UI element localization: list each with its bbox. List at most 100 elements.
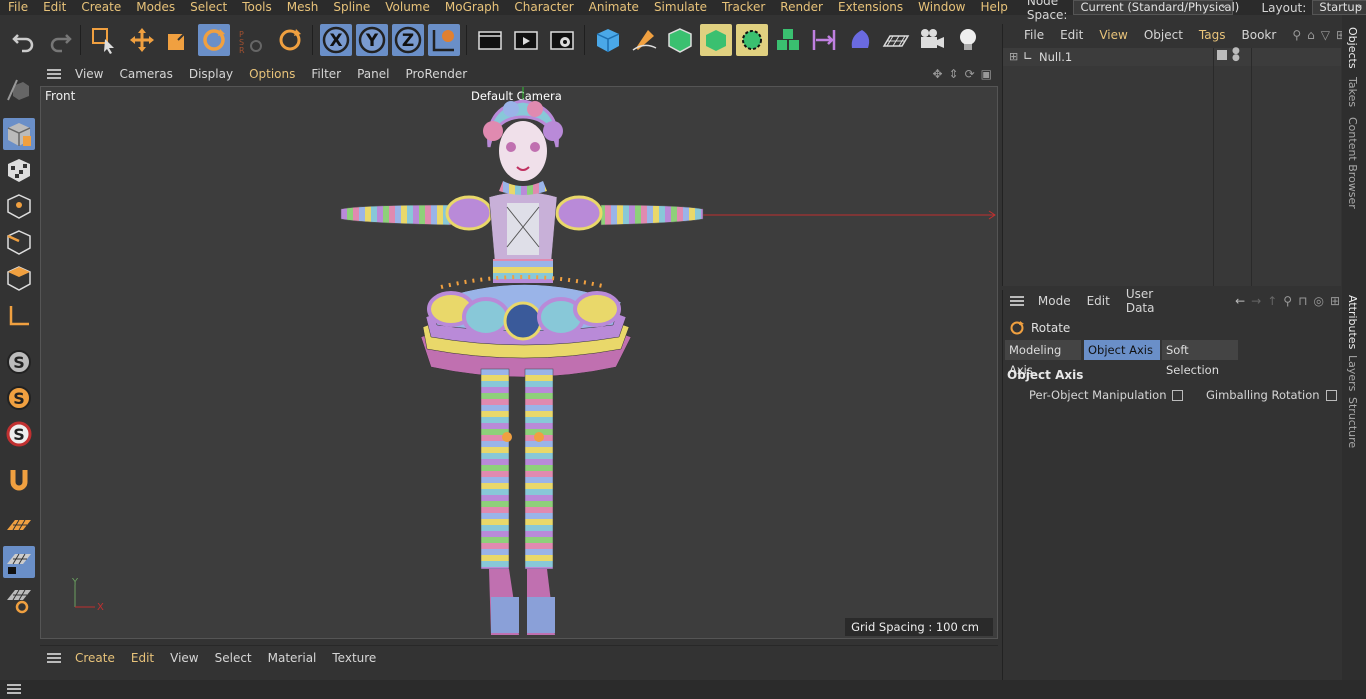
x-axis-icon[interactable]: X [320, 24, 352, 56]
material-menu-edit[interactable]: Edit [123, 651, 162, 665]
search-icon[interactable]: ⚲ [1292, 28, 1301, 42]
texture-mode-icon[interactable] [3, 154, 35, 186]
cloner-icon[interactable] [736, 24, 768, 56]
material-menu-view[interactable]: View [162, 651, 206, 665]
symmetry-icon[interactable] [808, 24, 840, 56]
node-space-dropdown[interactable]: Current (Standard/Physical) [1073, 0, 1239, 15]
objects-menu-edit[interactable]: Edit [1052, 28, 1091, 42]
tab-content-browser[interactable]: Content Browser [1346, 117, 1359, 209]
snap-enable-icon[interactable]: S [3, 418, 35, 450]
material-menu-texture[interactable]: Texture [324, 651, 384, 665]
viewport-menu-panel[interactable]: Panel [349, 67, 397, 81]
model-mode-icon[interactable] [3, 118, 35, 150]
gimballing-rotation-checkbox[interactable] [1325, 389, 1337, 401]
viewport-menu-options[interactable]: Options [241, 67, 303, 81]
light-icon[interactable] [952, 24, 984, 56]
render-picture-icon[interactable] [510, 24, 542, 56]
point-mode-icon[interactable] [3, 190, 35, 222]
up-arrow-icon[interactable]: ↑ [1267, 294, 1277, 308]
menu-window[interactable]: Window [910, 0, 972, 15]
coordinate-system-icon[interactable] [428, 24, 460, 56]
viewport-menu-prorender[interactable]: ProRender [397, 67, 475, 81]
undo-icon[interactable] [8, 24, 40, 56]
pan-view-icon[interactable]: ✥ [932, 67, 942, 81]
back-arrow-icon[interactable]: ← [1235, 294, 1245, 308]
orbit-view-icon[interactable]: ⟳ [965, 67, 975, 81]
viewport-menu-view[interactable]: View [67, 67, 111, 81]
menu-select[interactable]: Select [182, 0, 234, 15]
edge-mode-icon[interactable] [3, 226, 35, 258]
psr-icon[interactable]: PSR [234, 24, 266, 56]
recent-tool-icon[interactable] [274, 24, 306, 56]
rotate-icon[interactable] [198, 24, 230, 56]
menu-mograph[interactable]: MoGraph [437, 0, 507, 15]
forward-arrow-icon[interactable]: → [1251, 294, 1261, 308]
pen-icon[interactable] [628, 24, 660, 56]
menu-create[interactable]: Create [73, 0, 128, 15]
objects-menu-view[interactable]: View [1091, 28, 1135, 42]
menu-animate[interactable]: Animate [581, 0, 646, 15]
viewport-menu-display[interactable]: Display [181, 67, 241, 81]
attributes-menu-mode[interactable]: Mode [1030, 294, 1079, 308]
make-editable-icon[interactable] [3, 74, 35, 106]
tab-attributes[interactable]: Attributes [1346, 295, 1359, 349]
attributes-menu-user-data[interactable]: User Data [1118, 287, 1193, 315]
status-menu-icon[interactable] [7, 684, 21, 694]
menu-help[interactable]: Help [973, 0, 1015, 15]
menu-tools[interactable]: Tools [234, 0, 279, 15]
per-object-manipulation-checkbox[interactable] [1172, 389, 1184, 401]
axis-mode-icon[interactable] [3, 300, 35, 332]
material-menu-select[interactable]: Select [207, 651, 260, 665]
objects-menu-object[interactable]: Object [1136, 28, 1191, 42]
object-name[interactable]: Null.1 [1039, 50, 1072, 64]
material-menu-create[interactable]: Create [67, 651, 123, 665]
menu-spline[interactable]: Spline [325, 0, 377, 15]
array-icon[interactable] [772, 24, 804, 56]
material-menu-icon[interactable] [47, 652, 61, 663]
menu-simulate[interactable]: Simulate [646, 0, 714, 15]
layout-dropdown[interactable]: Startup [1312, 0, 1366, 15]
snap-settings-icon[interactable]: S [3, 382, 35, 414]
move-icon[interactable] [126, 24, 158, 56]
menu-render[interactable]: Render [772, 0, 830, 15]
character-model[interactable]: Y X [41, 87, 997, 638]
y-axis-icon[interactable]: Y [356, 24, 388, 56]
scale-icon[interactable] [162, 24, 194, 56]
new-window-icon[interactable]: ⊞ [1330, 294, 1340, 308]
tab-objects[interactable]: Objects [1346, 27, 1359, 69]
snap-icon[interactable]: S [3, 346, 35, 378]
viewport-menu-icon[interactable] [47, 69, 61, 79]
extrude-icon[interactable] [700, 24, 732, 56]
tab-object-axis[interactable]: Object Axis [1084, 340, 1160, 360]
tab-structure[interactable]: Structure [1346, 397, 1359, 448]
workplane-icon[interactable] [3, 510, 35, 542]
menu-file[interactable]: File [0, 0, 35, 15]
menu-character[interactable]: Character [506, 0, 580, 15]
viewport-menu-filter[interactable]: Filter [303, 67, 349, 81]
home-icon[interactable]: ⌂ [1307, 28, 1315, 42]
render-view-icon[interactable] [474, 24, 506, 56]
filter-icon[interactable]: ▽ [1321, 28, 1330, 42]
render-settings-icon[interactable] [546, 24, 578, 56]
3d-viewport[interactable]: Front Default Camera Y X Grid Spacing: … [40, 86, 998, 639]
deformer-icon[interactable] [844, 24, 876, 56]
viewport-menu-cameras[interactable]: Cameras [111, 67, 180, 81]
planar-workplane-icon[interactable] [3, 584, 35, 616]
menu-edit[interactable]: Edit [35, 0, 73, 15]
visibility-dots-icon[interactable]: ● ● [1232, 47, 1240, 63]
objects-menu-bookmarks[interactable]: Bookr [1234, 28, 1285, 42]
tree-row[interactable]: ⊞ ∟ Null.1 ● ● [1003, 47, 1341, 66]
expand-icon[interactable]: ⊞ [1009, 50, 1018, 63]
attribute-manager-menu-icon[interactable] [1010, 296, 1024, 306]
locked-workplane-icon[interactable] [3, 546, 35, 578]
z-axis-icon[interactable]: Z [392, 24, 424, 56]
camera-icon[interactable] [916, 24, 948, 56]
menu-modes[interactable]: Modes [128, 0, 182, 15]
polygon-mode-icon[interactable] [3, 262, 35, 294]
attributes-menu-edit[interactable]: Edit [1079, 294, 1118, 308]
redo-icon[interactable] [44, 24, 76, 56]
tab-takes[interactable]: Takes [1346, 77, 1359, 107]
material-menu-material[interactable]: Material [260, 651, 325, 665]
search-icon[interactable]: ⚲ [1283, 294, 1292, 308]
objects-menu-tags[interactable]: Tags [1191, 28, 1234, 42]
